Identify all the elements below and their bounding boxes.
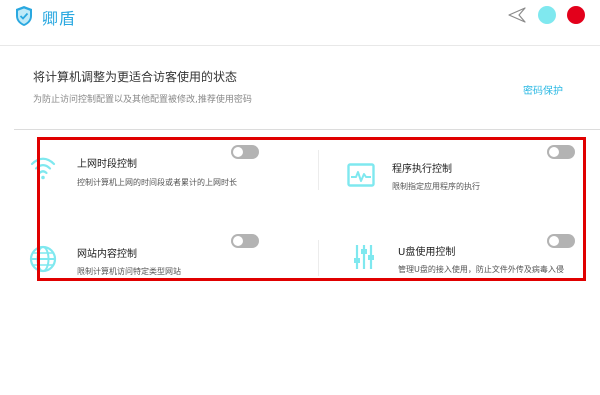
minimize-button[interactable] (538, 6, 556, 24)
title-bar: 卿盾 (0, 0, 600, 46)
shield-logo-icon (16, 6, 32, 26)
password-protection-link[interactable]: 密码保护 (523, 82, 563, 97)
app-title: 卿盾 (42, 9, 77, 28)
divider (14, 129, 600, 130)
hint-title: 将计算机调整为更适合访客使用的状态 (33, 70, 238, 84)
hint-subtitle: 为防止访问控制配置以及其他配置被修改,推荐使用密码 (33, 95, 252, 105)
close-button[interactable] (567, 6, 585, 24)
highlight-box (37, 137, 586, 281)
send-icon[interactable] (507, 6, 527, 24)
